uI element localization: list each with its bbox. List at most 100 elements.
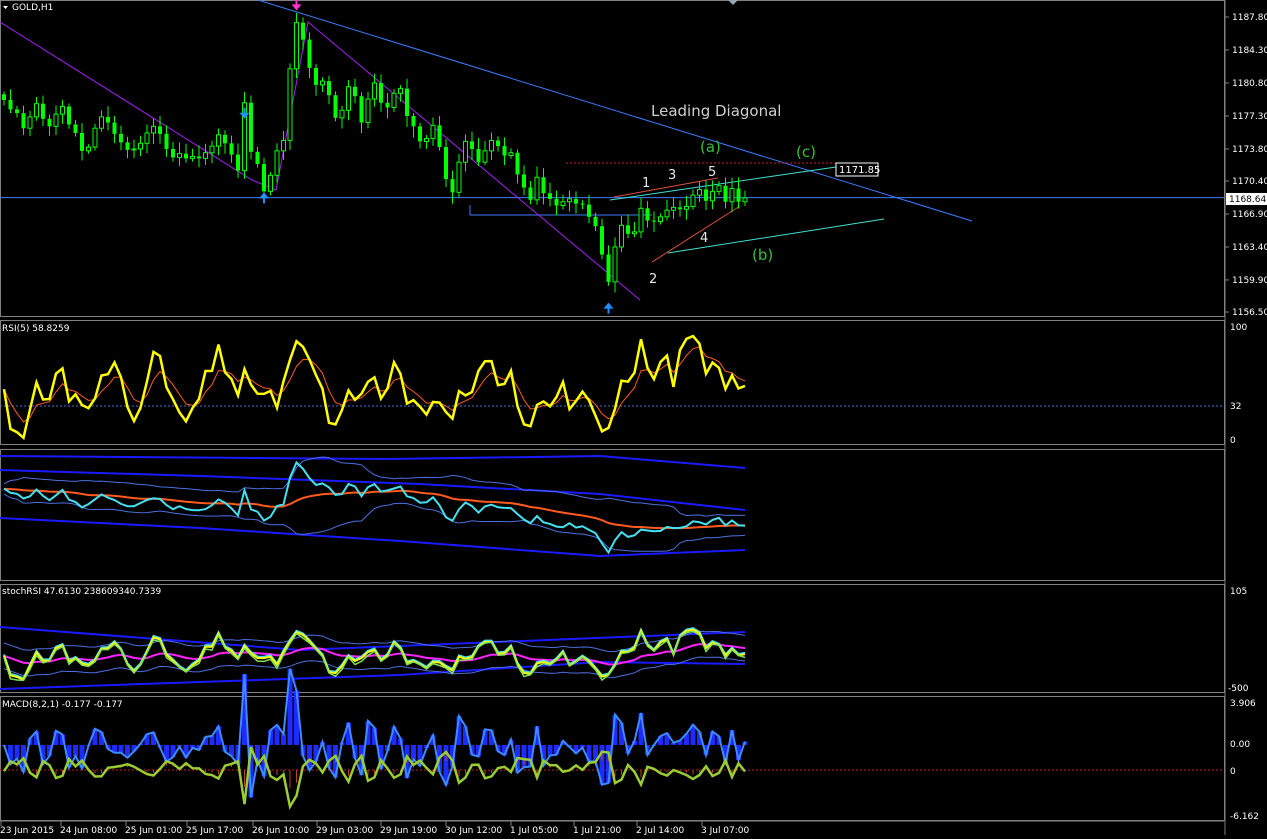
candle <box>34 97 39 121</box>
candle <box>294 13 299 79</box>
candle <box>554 190 559 216</box>
wave-label-3: 3 <box>668 168 676 183</box>
candle <box>424 135 429 149</box>
candle <box>496 136 500 152</box>
candle <box>80 123 84 161</box>
candle <box>430 117 436 146</box>
candle <box>638 197 644 239</box>
outer-band-middle <box>0 469 746 511</box>
time-tick-label: 25 Jun 17:00 <box>186 826 243 835</box>
candle <box>541 168 546 205</box>
annotation-leading-diagonal: Leading Diagonal <box>651 102 781 120</box>
candle <box>548 182 552 207</box>
candle <box>463 134 468 172</box>
candle <box>177 142 182 167</box>
price-panel[interactable]: 1187.80 1184.30 1180.80 1177.30 1173.80 1170.… <box>0 0 1267 318</box>
price-tick-label: 1180.80 <box>1232 79 1267 89</box>
time-tick-label: 1 Jul 05:00 <box>510 826 559 835</box>
candle <box>112 116 117 144</box>
macd-panel[interactable]: MACD(8,2,1) -0.177 -0.177 3.906 0.00 0 -… <box>0 668 1259 822</box>
candle <box>664 199 670 221</box>
candle <box>21 105 26 135</box>
candle <box>320 77 325 93</box>
candle <box>131 139 137 159</box>
price-tick-label: 1184.30 <box>1232 46 1267 56</box>
candle <box>67 103 71 129</box>
stochrsi-tick-min: -500 <box>1228 684 1249 694</box>
scroll-marker-icon[interactable] <box>728 0 738 5</box>
candle <box>456 153 462 198</box>
candle <box>138 135 143 156</box>
candle <box>606 245 611 286</box>
time-tick-label: 29 Jun 03:00 <box>316 826 373 835</box>
stochrsi-panel[interactable]: stochRSI 47.6130 238609340.7339 105 -500 <box>0 587 1249 694</box>
candle <box>353 78 357 104</box>
time-tick-label: 29 Jun 19:00 <box>380 826 437 835</box>
candle <box>411 112 416 138</box>
annotation-b: (b) <box>752 246 773 264</box>
candle <box>593 212 598 231</box>
candles <box>2 13 748 293</box>
candle <box>216 128 221 156</box>
arrow-down-icon <box>291 0 302 11</box>
candle <box>612 237 618 293</box>
outer-band-upper <box>0 454 746 469</box>
candle <box>99 110 104 132</box>
candle <box>60 99 65 124</box>
arrow-down-icon <box>239 107 250 119</box>
candle <box>658 213 663 225</box>
candle <box>645 201 650 228</box>
candle <box>704 180 708 210</box>
candle <box>249 95 253 160</box>
rsi-panel[interactable]: RSI(5) 58.8259 100 32 0 <box>0 323 1247 446</box>
annotation-c: (c) <box>796 143 816 161</box>
candle <box>242 92 247 179</box>
candle <box>437 116 442 151</box>
rsi-tick-100: 100 <box>1230 323 1247 333</box>
candle <box>106 106 110 131</box>
time-tick-label: 23 Jun 2015 <box>0 826 54 835</box>
candle <box>418 122 422 149</box>
candle <box>346 80 351 121</box>
chart-menu-arrow-icon[interactable] <box>3 6 8 9</box>
candle <box>379 74 383 112</box>
candle <box>365 91 371 129</box>
arrow-up-icon <box>603 302 614 314</box>
candle <box>398 85 403 102</box>
candle <box>287 63 293 150</box>
candle <box>716 181 722 195</box>
rsi-signal-line <box>3 346 746 423</box>
candle <box>125 136 130 159</box>
trend-lines <box>0 0 1224 301</box>
candle <box>209 140 215 164</box>
candle <box>144 124 150 154</box>
candle <box>27 110 33 137</box>
candle <box>229 135 234 163</box>
candle <box>53 105 59 136</box>
stochrsi-tick-105: 105 <box>1230 587 1247 597</box>
bands-panel[interactable] <box>0 454 746 558</box>
price-tick-label: 1173.80 <box>1232 145 1267 155</box>
candle <box>2 91 6 106</box>
candle <box>15 106 19 118</box>
candle <box>502 137 507 166</box>
price-tick-label: 1163.40 <box>1232 243 1267 253</box>
stoch-band-lower <box>0 660 746 690</box>
candle <box>86 144 91 154</box>
candle <box>8 89 13 114</box>
rsi-title: RSI(5) 58.8259 <box>2 324 70 334</box>
wave-label-4: 4 <box>700 231 708 246</box>
candle <box>482 141 488 165</box>
candle <box>534 166 540 205</box>
candle <box>560 194 566 210</box>
candle <box>47 114 52 136</box>
candle <box>268 171 273 196</box>
time-tick-label: 3 Jul 07:00 <box>701 826 750 835</box>
candle <box>339 105 345 129</box>
candle <box>151 118 156 144</box>
candle <box>301 17 305 51</box>
wave-label-5: 5 <box>708 165 716 180</box>
candle <box>255 146 260 168</box>
price-axis: 1187.80 1184.30 1180.80 1177.30 1173.80 1170.… <box>1225 13 1267 318</box>
candle <box>359 92 364 133</box>
